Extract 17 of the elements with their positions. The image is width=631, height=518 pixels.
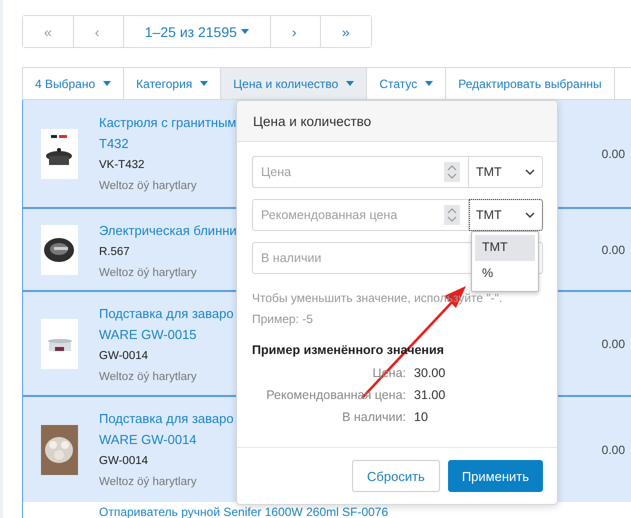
product-price: 0.00 (602, 242, 625, 256)
product-brand: Weltoz öý harytlary (99, 370, 198, 385)
product-price: 0.00 (602, 442, 625, 456)
example-value: 31.00 (414, 387, 446, 404)
product-sku: R.567 (99, 245, 131, 260)
example-value: 10 (414, 409, 429, 426)
popover-title: Цена и количество (253, 114, 372, 128)
product-brand: Weltoz öý harytlary (99, 266, 198, 281)
product-sku: GW-0014 (99, 454, 150, 469)
product-price: 0.00 (602, 146, 625, 160)
product-sku: GW-0014 (99, 349, 150, 364)
product-brand: Weltoz öý harytlary (99, 179, 198, 194)
product-sku: VK-T432 (99, 158, 146, 173)
example-value: 30.00 (414, 365, 446, 382)
example-label: В наличии: (341, 409, 406, 426)
product-price: 0.00 (602, 336, 625, 350)
product-brand: Weltoz öý harytlary (99, 475, 198, 490)
